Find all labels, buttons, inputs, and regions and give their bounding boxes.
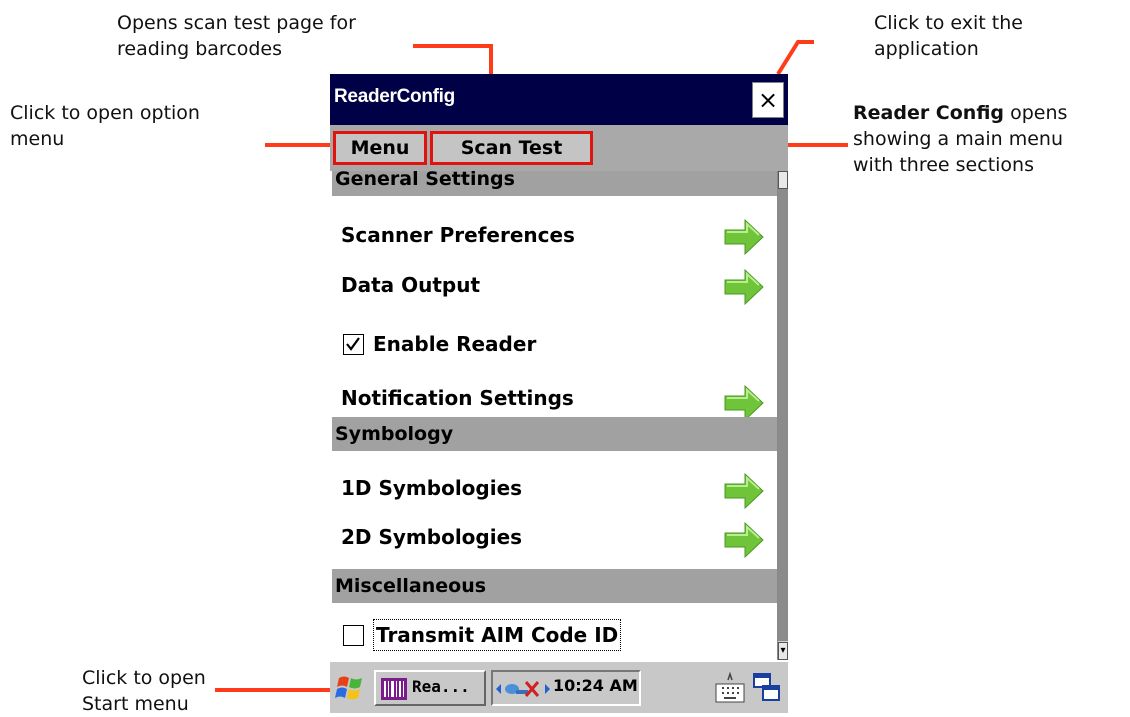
- right-arrow-icon[interactable]: [723, 268, 765, 306]
- checkmark-icon: [346, 337, 360, 351]
- scroll-up-button[interactable]: [778, 171, 788, 189]
- vertical-scrollbar[interactable]: ▾: [777, 171, 788, 660]
- transmit-aim-checkbox[interactable]: [343, 625, 364, 646]
- clock[interactable]: 10:24 AM: [553, 676, 638, 695]
- taskbar-app-button[interactable]: Rea...: [374, 670, 486, 706]
- right-arrow-icon[interactable]: [723, 218, 765, 256]
- exit-callout-line: [776, 40, 814, 76]
- data-output-item[interactable]: Data Output: [341, 270, 480, 300]
- menu-callout-line: [265, 143, 331, 147]
- section-header-general: General Settings: [332, 171, 777, 196]
- notification-settings-item[interactable]: Notification Settings: [341, 383, 574, 413]
- start-callout-line: [215, 688, 333, 692]
- scan-test-button[interactable]: Scan Test: [430, 131, 593, 165]
- system-tray: 10:24 AM: [491, 670, 641, 706]
- enable-reader-checkbox[interactable]: [343, 334, 364, 355]
- section-header-miscellaneous: Miscellaneous: [332, 569, 777, 603]
- task-switch-icon[interactable]: [752, 672, 782, 704]
- taskbar: Rea... 10:24 AM: [330, 660, 788, 713]
- scan-test-callout: Opens scan test page for reading barcode…: [117, 12, 356, 60]
- scroll-thumb[interactable]: [778, 189, 788, 641]
- menu-bar: Menu Scan Test: [330, 125, 788, 171]
- keyboard-icon[interactable]: [714, 670, 746, 704]
- main-menu-callout: Reader Config opens showing a main menu …: [853, 100, 1067, 178]
- taskbar-app-label: Rea...: [412, 677, 470, 696]
- 1d-symbologies-item[interactable]: 1D Symbologies: [341, 473, 522, 503]
- network-icon[interactable]: [496, 678, 550, 700]
- right-arrow-icon[interactable]: [723, 521, 765, 559]
- section-header-symbology: Symbology: [332, 417, 777, 451]
- scanner-preferences-item[interactable]: Scanner Preferences: [341, 220, 575, 250]
- reader-config-bold: Reader Config: [853, 102, 1005, 124]
- start-flag-icon[interactable]: [335, 672, 367, 704]
- menu-button[interactable]: Menu: [333, 131, 427, 165]
- start-callout: Click to open Start menu: [82, 667, 206, 715]
- scroll-down-button[interactable]: ▾: [778, 642, 788, 660]
- exit-callout: Click to exit the application: [874, 12, 1023, 60]
- scan-callout-line-h: [413, 44, 493, 48]
- right-arrow-icon[interactable]: [723, 472, 765, 510]
- menu-callout: Click to open option menu: [10, 102, 200, 150]
- enable-reader-label[interactable]: Enable Reader: [373, 329, 536, 359]
- close-button[interactable]: ×: [752, 82, 784, 118]
- close-icon: ×: [757, 86, 779, 114]
- title-bar: ReaderConfig ×: [330, 74, 788, 125]
- transmit-aim-label[interactable]: Transmit AIM Code ID: [373, 619, 622, 651]
- device-screen: ReaderConfig × Menu Scan Test General Se…: [330, 74, 788, 713]
- main-menu-list: General Settings Scanner Preferences Dat…: [330, 171, 777, 660]
- 2d-symbologies-item[interactable]: 2D Symbologies: [341, 522, 522, 552]
- app-title: ReaderConfig: [334, 86, 455, 107]
- barcode-app-icon: [381, 678, 407, 700]
